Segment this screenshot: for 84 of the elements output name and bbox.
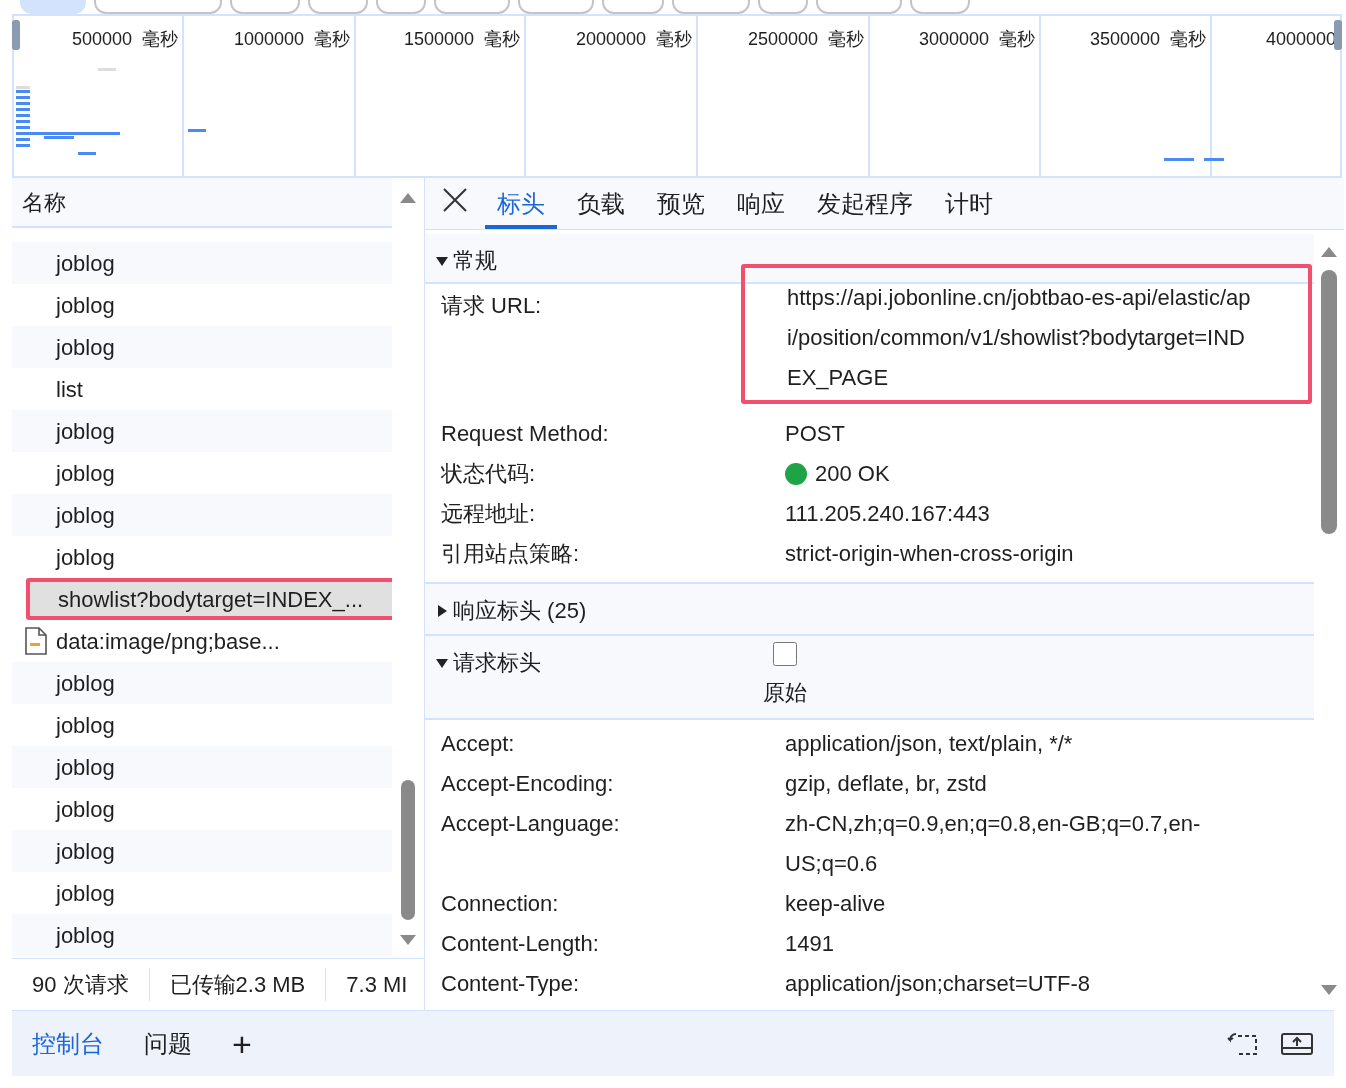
request-name: joblog — [56, 501, 115, 530]
timeline-tick-label: 4000000 — [1265, 28, 1336, 50]
request-name: joblog — [56, 417, 115, 446]
header-name: Accept-Language: — [441, 810, 621, 838]
status-text: 已传输2.3 MB — [149, 968, 327, 1001]
request-name: joblog — [56, 333, 115, 362]
header-name: Request Method: — [441, 420, 610, 448]
tab[interactable]: 发起程序 — [805, 183, 925, 229]
url-value: https://api.jobonline.cn/jobtbao-es-api/elastic/ap i/position/common/v1/showlist?bodytarget=IND EX_PAGE — [741, 264, 1312, 404]
timeline-tick-label: 500000 毫秒 — [71, 28, 178, 50]
tab[interactable]: 负载 — [565, 183, 637, 229]
request-row[interactable]: joblog — [12, 914, 392, 956]
request-name: joblog — [56, 291, 115, 320]
header-name: Content-Type: — [441, 970, 581, 998]
timeline-tick-label: 2500000 毫秒 — [747, 28, 864, 50]
timeline-tick-label: 2000000 毫秒 — [575, 28, 692, 50]
request-name: joblog — [56, 837, 115, 866]
drawer-tab[interactable]: 控制台 — [32, 1025, 104, 1062]
header-value: 111.205.240.167:443 — [785, 500, 990, 528]
request-name: joblog — [56, 879, 115, 908]
request-name: joblog — [56, 543, 115, 572]
tab[interactable]: 标头 — [485, 183, 557, 229]
request-name: joblog — [56, 249, 115, 278]
scrollbar-thumb[interactable] — [1321, 270, 1337, 534]
section-toggle[interactable]: 响应标头 (25) — [435, 594, 587, 627]
request-row[interactable]: joblog — [12, 326, 392, 368]
close-icon — [442, 187, 468, 213]
request-name: list — [56, 375, 83, 404]
request-name: joblog — [56, 921, 115, 950]
request-name: joblog — [56, 669, 115, 698]
header-name: Accept: — [441, 730, 516, 758]
range-handle[interactable] — [1334, 20, 1342, 50]
header-name: 远程地址: — [441, 500, 537, 528]
request-name: showlist?bodytarget=INDEX_... — [58, 585, 364, 614]
checkbox-label: 原始 — [763, 679, 807, 707]
request-row[interactable]: joblog — [12, 662, 392, 704]
file-icon — [24, 627, 48, 655]
column-header[interactable]: 名称 — [22, 185, 66, 219]
header-value: 1491 — [785, 930, 835, 958]
raw-checkbox[interactable] — [773, 642, 797, 666]
request-row[interactable]: joblog — [12, 746, 392, 788]
header-name: Content-Length: — [441, 930, 600, 958]
header-value: strict-origin-when-cross-origin — [785, 540, 1074, 568]
tab[interactable]: 响应 — [725, 183, 797, 229]
tab[interactable]: 计时 — [933, 183, 1005, 229]
request-row[interactable]: joblog — [12, 242, 392, 284]
header-name: 引用站点策略: — [441, 540, 581, 568]
request-row[interactable]: joblog — [12, 494, 392, 536]
section-toggle[interactable]: 常规 — [435, 244, 497, 277]
scrollbar-thumb[interactable] — [401, 780, 415, 920]
header-value: application/json;charset=UTF-8 — [785, 970, 1092, 998]
timeline-tick-label: 1000000 毫秒 — [233, 28, 350, 50]
request-name: joblog — [56, 753, 115, 782]
header-value: gzip, deflate, br, zstd — [785, 770, 988, 798]
add-tab-button[interactable]: + — [232, 1026, 252, 1061]
request-row[interactable]: joblog — [12, 410, 392, 452]
header-value: keep-alive — [785, 890, 887, 918]
request-name: joblog — [56, 795, 115, 824]
tab[interactable]: 预览 — [645, 183, 717, 229]
drawer-tab[interactable]: 问题 — [144, 1025, 192, 1062]
timeline-tick-label: 3500000 毫秒 — [1089, 28, 1206, 50]
request-row[interactable]: showlist?bodytarget=INDEX_... — [26, 578, 392, 620]
range-handle[interactable] — [12, 20, 20, 50]
timeline-tick-label: 3000000 毫秒 — [918, 28, 1035, 50]
header-name: Connection: — [441, 890, 560, 918]
header-name: 状态代码: — [441, 460, 537, 488]
header-value: application/json, text/plain, */* — [785, 730, 1074, 758]
header-name: Accept-Encoding: — [441, 770, 615, 798]
timeline-tick-label: 1500000 毫秒 — [403, 28, 520, 50]
request-name: joblog — [56, 711, 115, 740]
triangle-icon — [435, 603, 449, 618]
request-name: joblog — [56, 459, 115, 488]
status-text: 90 次请求 — [12, 968, 150, 1001]
scroll-down-icon[interactable] — [1320, 984, 1338, 996]
header-value: 200 OK — [815, 460, 890, 488]
request-name: data:image/png;base... — [56, 627, 280, 656]
header-value: POST — [785, 420, 845, 448]
header-name: 请求 URL: — [441, 292, 543, 320]
status-text: 7.3 MI — [345, 971, 409, 999]
request-row[interactable]: joblog — [12, 830, 392, 872]
scroll-down-icon[interactable] — [399, 934, 417, 946]
scroll-up-icon[interactable] — [399, 192, 417, 204]
scroll-up-icon[interactable] — [1320, 246, 1338, 258]
section-toggle[interactable]: 请求标头 — [435, 646, 541, 679]
